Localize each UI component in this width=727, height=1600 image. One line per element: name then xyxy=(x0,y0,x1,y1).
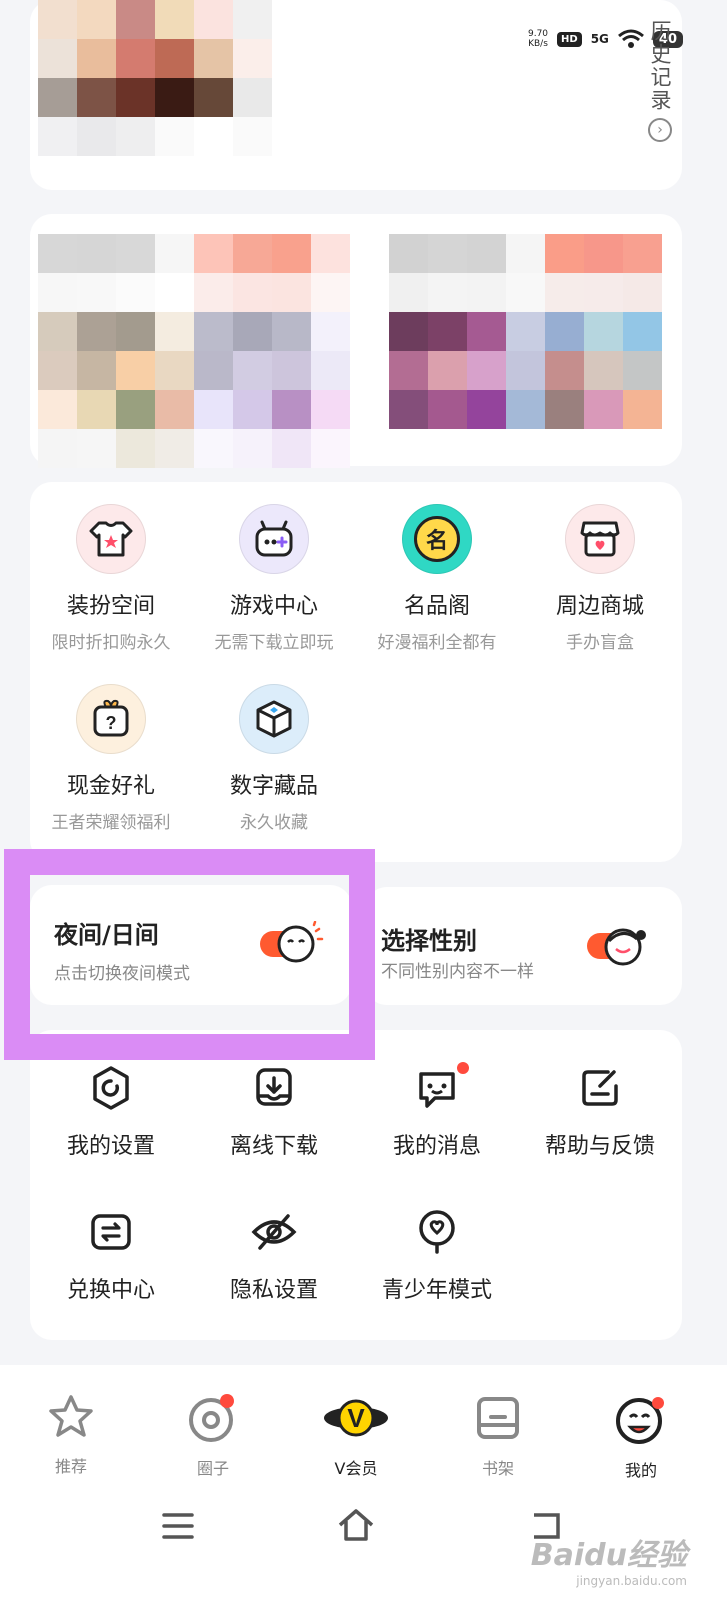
svg-text:V: V xyxy=(347,1403,365,1433)
nav-vip[interactable]: V V会员 xyxy=(306,1393,406,1479)
chevron-right-icon: › xyxy=(648,118,672,142)
vip-icon: V xyxy=(324,1399,388,1437)
brand-icon: 名 xyxy=(402,504,472,574)
nav-label: 圈子 xyxy=(196,1459,229,1478)
hd-badge: HD xyxy=(557,31,582,47)
message-icon xyxy=(413,1062,469,1112)
tool-label: 兑换中心 xyxy=(66,1278,155,1303)
feature-digital-collectibles[interactable]: 数字藏品 永久收藏 xyxy=(189,684,359,833)
banner-image-left[interactable] xyxy=(38,234,350,468)
feature-subtitle: 限时折扣购永久 xyxy=(51,633,171,653)
night-mode-card[interactable]: 夜间/日间 点击切换夜间模式 xyxy=(30,885,352,1005)
gender-card[interactable]: 选择性别 不同性别内容不一样 xyxy=(365,887,682,1005)
download-icon xyxy=(250,1064,298,1112)
nav-mine[interactable]: 我的 xyxy=(591,1393,691,1481)
feature-subtitle: 手办盲盒 xyxy=(566,633,634,653)
tool-youth-mode[interactable]: 青少年模式 xyxy=(352,1208,522,1304)
svg-text:?: ? xyxy=(106,713,117,733)
bookshelf-icon xyxy=(477,1397,519,1439)
feature-title: 数字藏品 xyxy=(229,774,318,799)
exchange-icon xyxy=(87,1208,135,1256)
speed-unit: KB/s xyxy=(528,39,548,49)
network-type: 5G xyxy=(590,32,609,46)
tool-my-messages[interactable]: 我的消息 xyxy=(352,1062,522,1160)
feature-subtitle: 好漫福利全都有 xyxy=(377,633,497,653)
nav-label: 我的 xyxy=(624,1461,657,1480)
nav-bookshelf[interactable]: 书架 xyxy=(448,1393,548,1479)
gamepad-icon xyxy=(239,504,309,574)
cube-icon xyxy=(239,684,309,754)
tool-label: 我的消息 xyxy=(392,1134,481,1159)
feature-subtitle: 永久收藏 xyxy=(240,813,308,833)
tool-exchange-center[interactable]: 兑换中心 xyxy=(26,1208,196,1304)
gender-title: 选择性别 xyxy=(381,927,477,955)
feature-cash-gift[interactable]: ? 现金好礼 王者荣耀领福利 xyxy=(26,684,196,833)
tool-label: 离线下载 xyxy=(229,1134,318,1159)
profile-mosaic xyxy=(38,0,272,156)
tool-my-settings[interactable]: 我的设置 xyxy=(26,1064,196,1160)
gender-subtitle: 不同性别内容不一样 xyxy=(381,962,534,982)
tool-help-feedback[interactable]: 帮助与反馈 xyxy=(515,1064,685,1160)
speed-value: 9.70 xyxy=(527,29,549,39)
youth-mode-icon xyxy=(413,1208,461,1256)
feature-subtitle: 无需下载立即玩 xyxy=(214,633,334,653)
night-mode-subtitle: 点击切换夜间模式 xyxy=(54,964,190,984)
feature-title: 周边商城 xyxy=(555,594,644,619)
night-mode-toggle-icon[interactable] xyxy=(258,921,324,967)
nav-label: V会员 xyxy=(334,1459,378,1478)
nav-label: 推荐 xyxy=(54,1457,87,1476)
bottom-nav: 推荐 圈子 V V会员 书架 我的 Baidu经验 jingyan.baidu.… xyxy=(0,1365,727,1600)
wifi-icon xyxy=(617,29,644,48)
history-label: 历史记录 xyxy=(648,20,672,112)
menu-icon[interactable] xyxy=(160,1511,196,1541)
watermark-main: Baidu经验 xyxy=(530,1538,687,1573)
settings-icon xyxy=(87,1064,135,1112)
home-icon[interactable] xyxy=(336,1507,376,1543)
privacy-icon xyxy=(250,1208,298,1256)
network-speed: 9.70 KB/s xyxy=(528,29,548,49)
feedback-icon xyxy=(576,1064,624,1112)
feature-title: 名品阁 xyxy=(403,594,470,619)
shirt-icon xyxy=(76,504,146,574)
star-icon xyxy=(49,1395,93,1437)
feature-title: 装扮空间 xyxy=(66,594,155,619)
feature-brand-pavilion[interactable]: 名 名品阁 好漫福利全都有 xyxy=(352,504,522,653)
watermark-sub: jingyan.baidu.com xyxy=(576,1574,687,1588)
feature-title: 现金好礼 xyxy=(66,774,155,799)
circle-icon xyxy=(189,1394,234,1442)
tool-label: 隐私设置 xyxy=(229,1278,318,1303)
gift-box-icon: ? xyxy=(76,684,146,754)
night-mode-title: 夜间/日间 xyxy=(54,921,159,949)
feature-game-center[interactable]: 游戏中心 无需下载立即玩 xyxy=(189,504,359,653)
history-link[interactable]: 历史记录 › xyxy=(645,20,675,142)
feature-merch-store[interactable]: 周边商城 手办盲盒 xyxy=(515,504,685,653)
tool-label: 帮助与反馈 xyxy=(544,1134,655,1159)
nav-label: 书架 xyxy=(481,1459,514,1478)
watermark: Baidu经验 jingyan.baidu.com xyxy=(531,1530,687,1588)
tool-label: 我的设置 xyxy=(66,1134,155,1159)
nav-circle[interactable]: 圈子 xyxy=(163,1393,263,1479)
tool-label: 青少年模式 xyxy=(381,1278,492,1303)
tool-offline-download[interactable]: 离线下载 xyxy=(189,1064,359,1160)
feature-subtitle: 王者荣耀领福利 xyxy=(51,813,171,833)
tool-privacy-settings[interactable]: 隐私设置 xyxy=(189,1208,359,1304)
feature-title: 游戏中心 xyxy=(229,594,318,619)
banner-image-right[interactable] xyxy=(389,234,662,429)
profile-icon xyxy=(616,1397,664,1444)
nav-recommend[interactable]: 推荐 xyxy=(21,1393,121,1477)
gender-toggle-icon[interactable] xyxy=(585,923,651,969)
feature-dress-up[interactable]: 装扮空间 限时折扣购永久 xyxy=(26,504,196,653)
store-icon xyxy=(565,504,635,574)
unread-dot xyxy=(457,1062,469,1074)
